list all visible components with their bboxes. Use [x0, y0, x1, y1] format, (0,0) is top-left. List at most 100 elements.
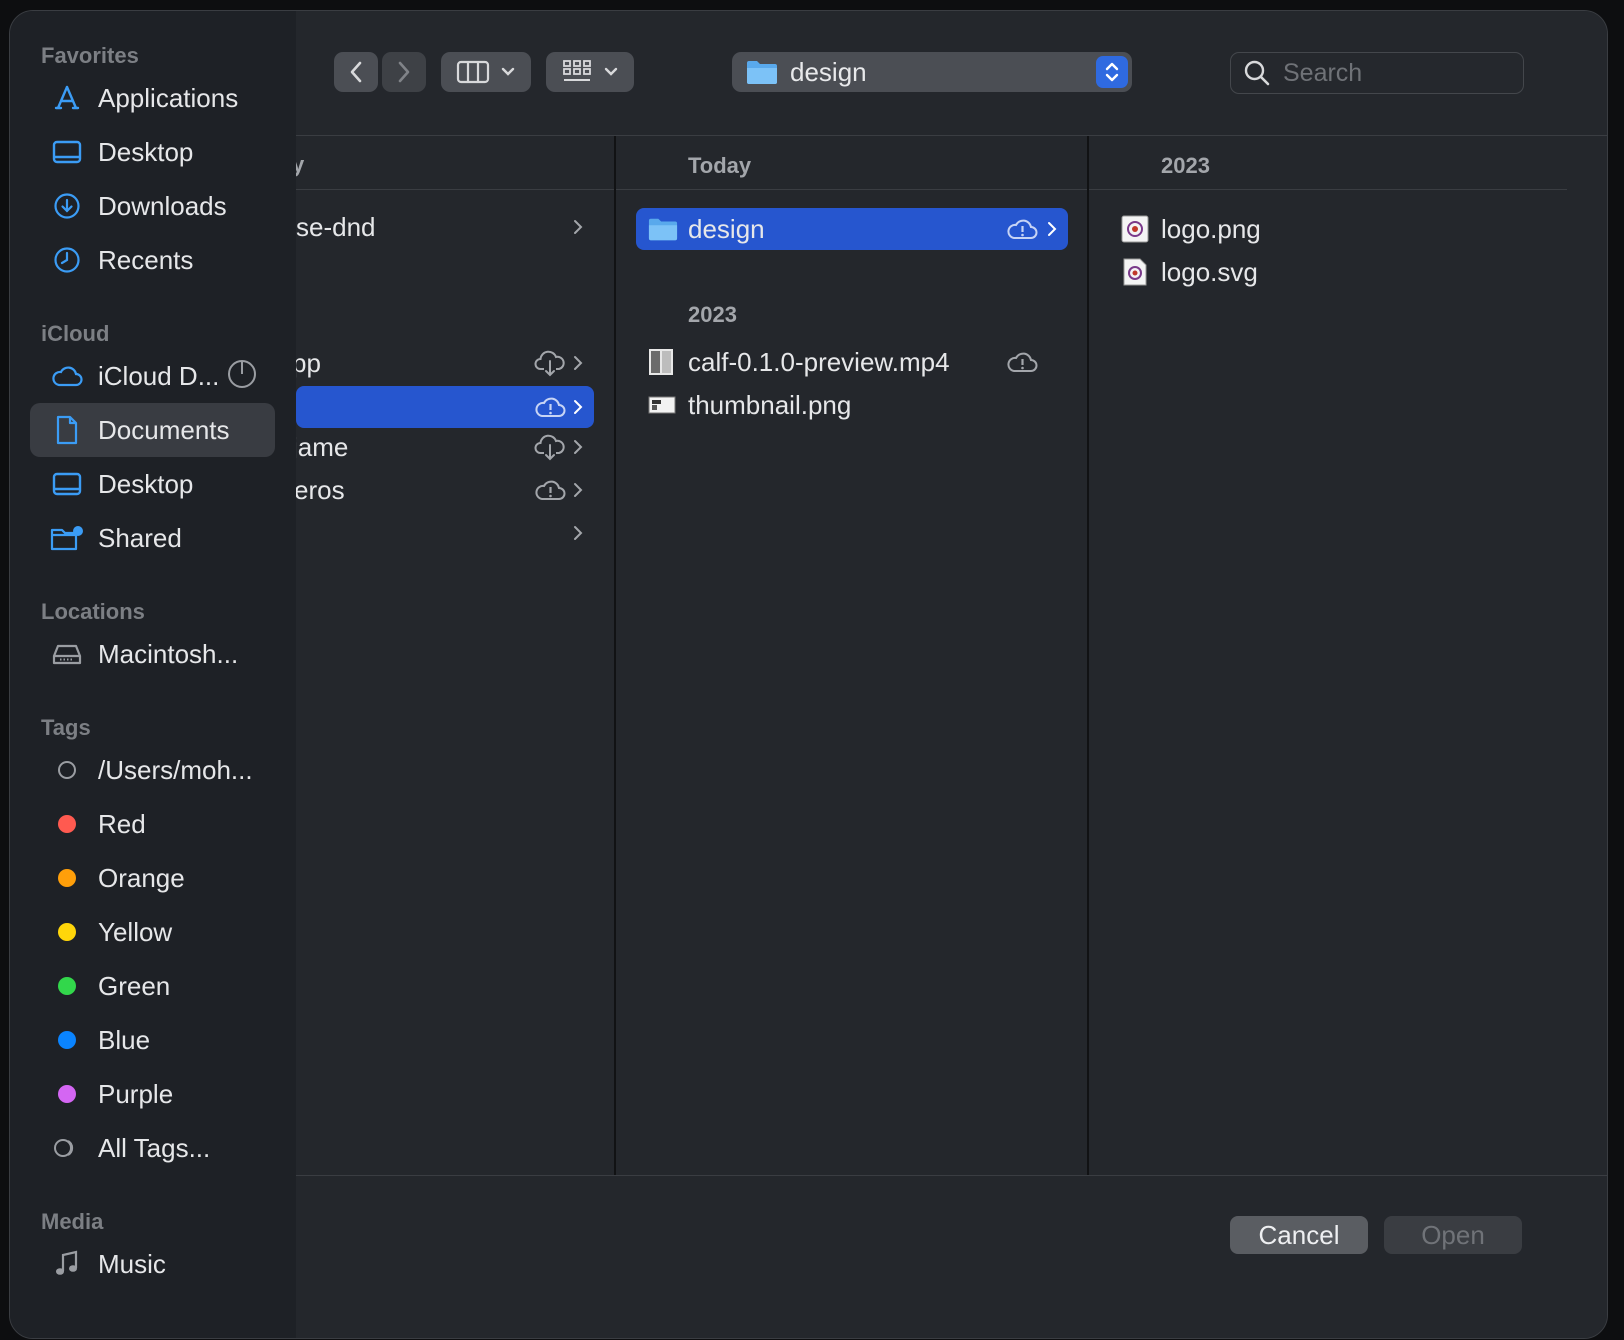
chevron-left-icon: [350, 61, 362, 83]
chevron-down-icon: [501, 67, 515, 76]
sidebar-section-locations: Locations: [41, 599, 145, 624]
list-item[interactable]: pp: [296, 342, 594, 384]
sidebar-tag-purple[interactable]: Purple: [30, 1067, 275, 1121]
list-item[interactable]: jame: [296, 426, 594, 468]
cloud-download-icon: [534, 350, 565, 377]
search-icon: [1244, 60, 1270, 86]
chevron-right-icon: [1048, 222, 1057, 236]
sidebar-item-downloads[interactable]: Downloads: [30, 179, 275, 233]
chevron-right-icon: [574, 483, 583, 497]
cloud-warning-icon: [1007, 219, 1038, 239]
all-tags-icon: [50, 1131, 84, 1165]
purple-tag-dot: [50, 1077, 84, 1111]
back-button[interactable]: [334, 52, 378, 92]
icloud-icon: [50, 359, 84, 393]
list-item[interactable]: se-dnd: [296, 206, 594, 248]
browser-area: design y se-dnd pp: [296, 11, 1607, 1338]
list-item[interactable]: [296, 512, 594, 554]
list-item[interactable]: eros: [296, 469, 594, 511]
list-item-logo-svg[interactable]: logo.svg: [1109, 251, 1549, 293]
tag-outline-icon: [50, 753, 84, 787]
path-popup-label: design: [790, 56, 867, 87]
search-field[interactable]: [1230, 52, 1524, 94]
grid-icon: [563, 60, 591, 81]
group-by-button[interactable]: [546, 52, 634, 92]
sidebar-tag-users-path[interactable]: /Users/moh...: [30, 743, 275, 797]
group-label-2023: 2023: [1161, 153, 1210, 178]
sidebar-tag-red[interactable]: Red: [30, 797, 275, 851]
toolbar: design: [296, 11, 1607, 135]
sidebar-tag-blue[interactable]: Blue: [30, 1013, 275, 1067]
sidebar-section-media: Media: [41, 1209, 104, 1234]
recents-icon: [50, 243, 84, 277]
list-item-selected[interactable]: [296, 386, 594, 428]
chevron-right-icon: [574, 220, 583, 234]
red-tag-dot: [50, 807, 84, 841]
orange-tag-dot: [50, 861, 84, 895]
chevron-right-icon: [574, 400, 583, 414]
applications-icon: [50, 81, 84, 115]
video-file-icon: [649, 349, 673, 375]
forward-button[interactable]: [382, 52, 426, 92]
image-file-icon: [1123, 258, 1147, 286]
cloud-warning-icon: [1007, 352, 1038, 372]
image-file-icon: [648, 396, 676, 414]
path-popup-button[interactable]: design: [732, 52, 1132, 92]
chevron-down-icon: [604, 67, 618, 76]
column-header-divider: [1089, 189, 1567, 190]
chevron-right-icon: [398, 61, 410, 83]
list-item-logo-png[interactable]: logo.png: [1109, 208, 1549, 250]
open-file-dialog: Favorites Applications Desktop Downloads…: [9, 10, 1608, 1339]
sidebar-item-shared[interactable]: Shared: [30, 511, 275, 565]
desktop-icon: [50, 467, 84, 501]
sidebar-tag-yellow[interactable]: Yellow: [30, 905, 275, 959]
image-file-icon: [1121, 215, 1149, 243]
hard-drive-icon: [50, 637, 84, 671]
sidebar-item-music[interactable]: Music: [30, 1237, 275, 1291]
list-item-image-file[interactable]: thumbnail.png: [636, 384, 1068, 426]
sidebar-item-icloud-drive[interactable]: iCloud D...: [30, 349, 275, 403]
folder-icon: [747, 61, 777, 84]
list-item-video-file[interactable]: calf-0.1.0-preview.mp4: [636, 341, 1068, 383]
sidebar-section-icloud: iCloud: [41, 321, 110, 346]
blue-tag-dot: [50, 1023, 84, 1057]
chevron-right-icon: [574, 440, 583, 454]
list-item-design-folder[interactable]: design: [636, 208, 1068, 250]
chevron-right-icon: [574, 356, 583, 370]
yellow-tag-dot: [50, 915, 84, 949]
column-group-label: y: [296, 152, 304, 178]
group-label-today: Today: [688, 153, 752, 178]
group-label-2023: 2023: [688, 302, 737, 327]
column-header-divider: [296, 189, 614, 190]
sidebar-tag-green[interactable]: Green: [30, 959, 275, 1013]
cloud-download-icon: [534, 434, 565, 461]
folder-icon: [648, 218, 678, 241]
sidebar-section-favorites: Favorites: [41, 43, 139, 68]
green-tag-dot: [50, 969, 84, 1003]
sidebar-item-desktop[interactable]: Desktop: [30, 125, 275, 179]
browser-column-documents[interactable]: Today design 2023 calf-0.1.0-preview.mp4…: [616, 136, 1087, 1175]
sidebar-section-tags: Tags: [41, 715, 91, 740]
sidebar: Favorites Applications Desktop Downloads…: [10, 11, 296, 1338]
music-note-icon: [50, 1247, 84, 1281]
sidebar-item-recents[interactable]: Recents: [30, 233, 275, 287]
sidebar-item-macintosh-hd[interactable]: Macintosh...: [30, 627, 275, 681]
sidebar-item-icloud-desktop[interactable]: Desktop: [30, 457, 275, 511]
cloud-warning-icon: [535, 397, 566, 417]
sidebar-item-documents[interactable]: Documents: [30, 403, 275, 457]
cancel-button[interactable]: Cancel: [1230, 1216, 1368, 1254]
desktop-icon: [50, 135, 84, 169]
open-button[interactable]: Open: [1384, 1216, 1522, 1254]
sidebar-item-applications[interactable]: Applications: [30, 71, 275, 125]
sync-progress-icon: [228, 360, 256, 388]
footer-divider: [296, 1175, 1607, 1176]
search-input[interactable]: [1281, 57, 1505, 89]
up-down-stepper-icon: [1096, 56, 1128, 88]
document-icon: [50, 413, 84, 447]
browser-column-parent[interactable]: y se-dnd pp jame eros: [296, 136, 614, 1175]
sidebar-tag-all-tags[interactable]: All Tags...: [30, 1121, 275, 1175]
cloud-warning-icon: [535, 480, 566, 500]
sidebar-tag-orange[interactable]: Orange: [30, 851, 275, 905]
browser-column-design[interactable]: 2023 logo.png logo.svg: [1089, 136, 1567, 1175]
view-mode-button[interactable]: [441, 52, 531, 92]
